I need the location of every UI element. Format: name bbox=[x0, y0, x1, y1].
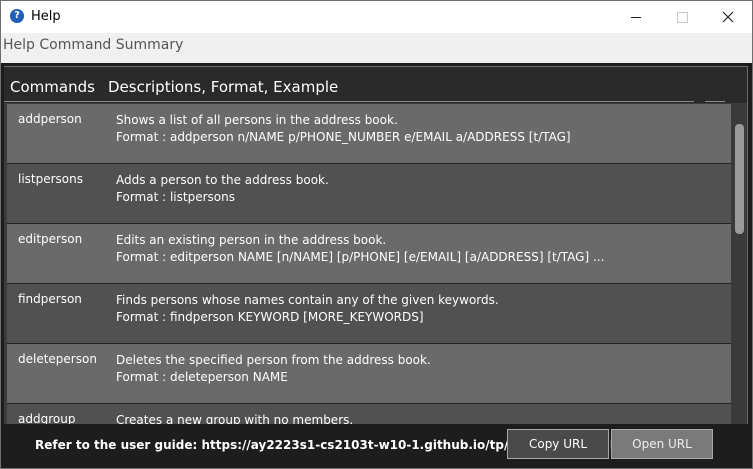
command-cell: listpersons bbox=[18, 172, 84, 186]
table-row[interactable]: findperson Finds persons whose names con… bbox=[7, 284, 731, 344]
table-row[interactable]: editperson Edits an existing person in t… bbox=[7, 224, 731, 284]
window-title: Help bbox=[31, 9, 61, 24]
title-bar: ? Help bbox=[1, 1, 752, 33]
help-icon: ? bbox=[10, 9, 24, 23]
footer-bar: Refer to the user guide: https://ay2223s… bbox=[1, 424, 752, 468]
close-icon bbox=[722, 11, 734, 23]
scrollbar-thumb[interactable] bbox=[735, 124, 744, 234]
description-cell: Deletes the specified person from the ad… bbox=[116, 353, 431, 384]
table-row[interactable]: deleteperson Deletes the specified perso… bbox=[7, 344, 731, 404]
table-header: Commands Descriptions, Format, Example bbox=[4, 67, 747, 103]
command-cell: deleteperson bbox=[18, 352, 97, 366]
column-header-descriptions[interactable]: Descriptions, Format, Example bbox=[108, 78, 338, 96]
column-header-commands[interactable]: Commands bbox=[10, 78, 95, 96]
copy-url-button[interactable]: Copy URL bbox=[507, 429, 609, 459]
description-cell: Shows a list of all persons in the addre… bbox=[116, 113, 571, 144]
summary-bar: Help Command Summary bbox=[1, 33, 752, 63]
command-table: Commands Descriptions, Format, Example a… bbox=[4, 66, 748, 424]
column-divider bbox=[4, 101, 100, 102]
help-window: ? Help Help Command Summary Commands Des… bbox=[0, 0, 753, 469]
command-cell: addperson bbox=[18, 112, 82, 126]
description-cell: Creates a new group with no members. bbox=[116, 413, 354, 424]
column-divider bbox=[705, 101, 725, 102]
description-cell: Finds persons whose names contain any of… bbox=[116, 293, 499, 324]
table-row[interactable]: listpersons Adds a person to the address… bbox=[7, 164, 731, 224]
content-area: Commands Descriptions, Format, Example a… bbox=[1, 63, 752, 468]
description-cell: Adds a person to the address book. Forma… bbox=[116, 173, 329, 204]
table-row[interactable]: addgroup Creates a new group with no mem… bbox=[7, 404, 731, 424]
close-button[interactable] bbox=[705, 1, 751, 33]
minimize-button[interactable] bbox=[613, 1, 659, 33]
minimize-icon bbox=[631, 16, 641, 18]
maximize-button[interactable] bbox=[659, 1, 705, 33]
command-cell: findperson bbox=[18, 292, 82, 306]
vertical-scrollbar[interactable] bbox=[732, 104, 747, 424]
table-row[interactable]: addperson Shows a list of all persons in… bbox=[7, 104, 731, 164]
column-divider bbox=[100, 101, 694, 102]
description-cell: Edits an existing person in the address … bbox=[116, 233, 605, 264]
help-summary-title: Help Command Summary bbox=[3, 37, 184, 53]
command-cell: addgroup bbox=[18, 412, 76, 424]
open-url-button[interactable]: Open URL bbox=[611, 429, 713, 459]
command-cell: editperson bbox=[18, 232, 83, 246]
table-body: addperson Shows a list of all persons in… bbox=[4, 104, 732, 424]
maximize-icon bbox=[676, 11, 688, 23]
